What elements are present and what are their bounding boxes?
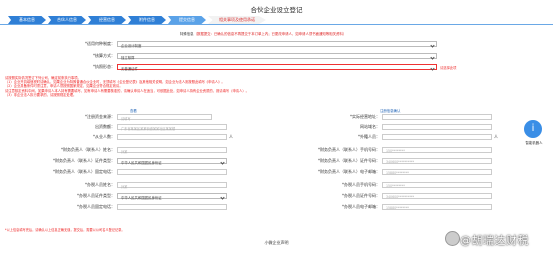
website-label: 网站域名： — [360, 124, 380, 129]
special-notice-label: 特殊信息 — [180, 32, 194, 36]
tax-mobile-input[interactable]: 150******** — [382, 182, 492, 188]
chevron-down-icon — [430, 42, 435, 48]
employees-label: *从业人数： — [93, 134, 115, 139]
capital-source-label: *注册资金来源： — [85, 114, 115, 119]
tax-mobile-label: *办税人员手机号码： — [342, 182, 380, 187]
chevron-down-icon — [430, 65, 435, 71]
accounting-label: *核算方式： — [93, 53, 115, 58]
website-input[interactable] — [382, 124, 492, 130]
tax-id-type-select[interactable]: 中华人民共和国居民身份证 — [117, 193, 227, 200]
finance-mobile-label: *财务负责人（联系人）手机号码： — [318, 147, 380, 152]
foreign-staff-unit: 人 — [494, 134, 498, 139]
step-business-info[interactable]: 经营信息 — [88, 16, 126, 24]
license-error: 请选择此项 — [440, 65, 457, 70]
step-commitment[interactable]: 相关事项及使用承诺 — [208, 16, 266, 24]
robot-label[interactable]: 智能机器人 — [518, 140, 550, 145]
contact-right-column: *实际经营地址： 网站域名： *外籍人员：人 *财务负责人（联系人）手机号码： 1… — [265, 113, 515, 211]
watermark: @胡瑞达财税 — [460, 234, 529, 247]
special-notice-text: （数据提交：已确认的信息不再提交于本订单上内；已更改申请人，如申请人须书面通知等… — [193, 32, 347, 36]
watermark-logo-icon — [445, 231, 460, 246]
capital-amount-input[interactable]: 广东省某某区某某街道某某社区某某楼 — [117, 124, 227, 131]
tax-id-number-input[interactable]: 340600********** — [382, 193, 492, 199]
tax-id-type-label: *办税人员证件类型： — [77, 193, 115, 198]
chevron-down-icon — [430, 54, 435, 60]
finance-id-type-label: *财务负责人（联系人）证件类型： — [53, 158, 115, 163]
form-row-license: *执照形态： 无普通证件 请选择此项 — [20, 63, 500, 71]
employees-unit: 人 — [229, 134, 233, 139]
finance-email-input[interactable]: 15880******** — [382, 169, 492, 175]
note-line: （3）非企业法人执行要求的，请按照规定处理。 — [5, 92, 77, 97]
robot-icon[interactable]: i — [524, 120, 542, 138]
finance-name-input[interactable]: 孙某 — [117, 147, 227, 154]
employees-input[interactable] — [117, 134, 227, 140]
tax-name-input[interactable]: 孙某 — [117, 182, 227, 189]
step-progress: 基本信息 合伙人信息 经营信息 附件信息 提交信息 相关事项及使用承诺 — [8, 16, 268, 24]
finance-phone-label: *财务负责人（联系人）固定电话： — [53, 169, 115, 174]
finance-id-number-input[interactable]: 340600********** — [382, 158, 492, 164]
step-basic-info[interactable]: 基本信息 — [8, 16, 46, 24]
capital-amount-label: 出资数额： — [95, 124, 115, 129]
system-label: *适用何种制度： — [85, 41, 115, 46]
capital-source-input[interactable]: 请填写 — [117, 114, 212, 121]
chevron-down-icon — [220, 159, 225, 165]
system-select[interactable]: 企业设计制度 — [117, 41, 437, 48]
page-title: 合伙企业设立登记 — [250, 6, 303, 14]
form-row-accounting: *核算方式： 独立核算 — [20, 52, 480, 60]
foreign-staff-input[interactable] — [382, 134, 492, 140]
special-notice: 特殊信息（数据提交：已确认的信息不再提交于本订单上内；已更改申请人，如申请人须书… — [180, 31, 346, 36]
tax-email-input[interactable]: 15880******** — [382, 204, 492, 210]
accounting-select[interactable]: 独立核算 — [117, 53, 437, 60]
finance-id-number-label: *财务负责人（联系人）证件号码： — [318, 158, 380, 163]
tax-id-number-label: *办税人员证件号码： — [342, 193, 380, 198]
tax-phone-input[interactable] — [117, 204, 227, 210]
step-attachment-info[interactable]: 附件信息 — [128, 16, 166, 24]
foreign-staff-label: *外籍人员： — [358, 134, 380, 139]
step-divider — [0, 24, 553, 25]
address-label: *实际经营地址： — [350, 114, 380, 119]
tax-phone-label: *办税人员固定电话： — [77, 204, 115, 209]
finance-name-label: *财务负责人（联系人）姓名： — [61, 147, 115, 152]
tax-name-label: *办税人员姓名： — [85, 182, 115, 187]
instruction-notes: 请按照实际情况签订下列公司，确定前条执行事项。 （1）企业开具增值税时请确认，如… — [5, 76, 455, 97]
step-submit-info[interactable]: 提交信息 — [168, 16, 206, 24]
view-link[interactable]: 查看 — [130, 108, 137, 113]
license-select[interactable]: 无普通证件 — [117, 64, 437, 71]
address-input[interactable] — [382, 114, 492, 120]
contact-left-column: *注册资金来源： 请填写 出资数额： 广东省某某区某某街道某某社区某某楼 *从业人数… — [20, 113, 270, 211]
bottom-note: *以上信息填写完后，请确认以上信息正确无误，提交后，需要以公司名义登记记录。 — [5, 228, 125, 232]
finance-id-type-select[interactable]: 中华人民共和国居民身份证 — [117, 158, 227, 165]
license-label: *执照形态： — [93, 64, 115, 69]
confirm-info-link[interactable]: 注册信息确认 — [380, 108, 400, 113]
chevron-down-icon — [220, 194, 225, 200]
tax-email-label: *办税人员电子邮箱： — [342, 204, 380, 209]
form-row-system: *适用何种制度： 企业设计制度 — [20, 40, 480, 48]
finance-phone-input[interactable] — [117, 169, 227, 175]
step-partner-info[interactable]: 合伙人信息 — [48, 16, 86, 24]
finance-mobile-input[interactable]: 150******** — [382, 147, 492, 153]
finance-email-label: *财务负责人（联系人）电子邮箱： — [318, 169, 380, 174]
